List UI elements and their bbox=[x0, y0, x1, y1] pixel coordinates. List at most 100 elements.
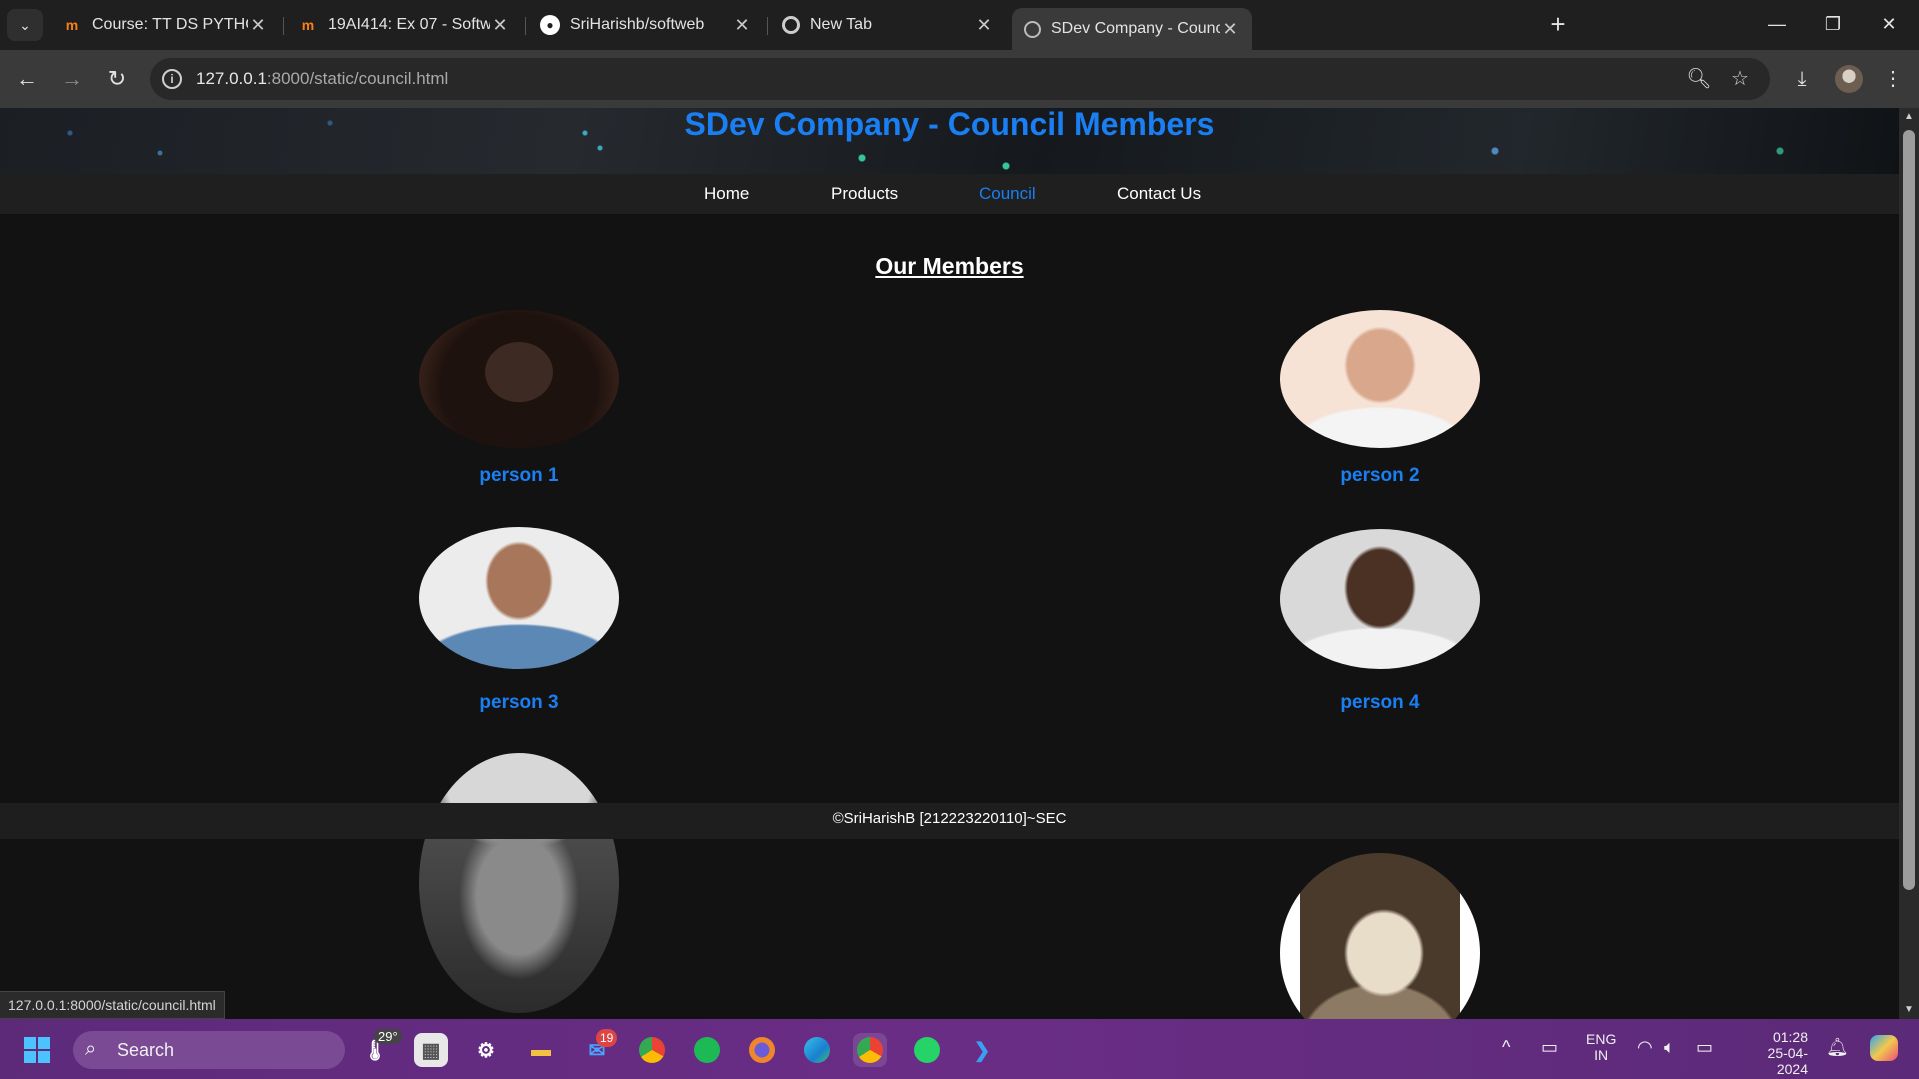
firefox-icon[interactable] bbox=[745, 1033, 779, 1067]
url-path: :8000/static/council.html bbox=[266, 69, 449, 88]
status-bar-url: 127.0.0.1:8000/static/council.html bbox=[0, 991, 225, 1019]
clock[interactable]: 01:28 25-04-2024 bbox=[1738, 1029, 1808, 1077]
edge-icon[interactable] bbox=[800, 1033, 834, 1067]
search-label: Search bbox=[117, 1040, 175, 1060]
url-host: 127.0.0.1 bbox=[196, 69, 267, 88]
file-explorer-icon[interactable]: ▬ bbox=[524, 1033, 558, 1067]
restore-button[interactable]: ❐ bbox=[1810, 8, 1856, 40]
restore-icon: ❐ bbox=[1824, 14, 1842, 34]
lang-top: ENG bbox=[1586, 1031, 1617, 1047]
moodle-icon: m bbox=[301, 17, 315, 33]
plus-icon: + bbox=[1550, 9, 1566, 39]
member-photo-5 bbox=[419, 753, 619, 1013]
notification-bell-icon[interactable]: 🔔︎ bbox=[1826, 1037, 1849, 1058]
url-text[interactable]: 127.0.0.1:8000/static/council.html bbox=[196, 69, 448, 89]
member-name-4: person 4 bbox=[1340, 692, 1420, 713]
tab-search-button[interactable]: ⌄ bbox=[7, 9, 43, 41]
volume-icon[interactable]: 🔈︎ bbox=[1664, 1037, 1675, 1058]
tab-title: Course: TT DS PYTHON MODU bbox=[92, 16, 248, 33]
copilot-icon[interactable] bbox=[1870, 1035, 1898, 1061]
whatsapp-icon[interactable] bbox=[910, 1033, 944, 1067]
member-photo-2 bbox=[1280, 310, 1480, 448]
tab-council-active[interactable]: SDev Company - Council ✕ bbox=[1012, 8, 1252, 50]
member-photo-1 bbox=[419, 310, 619, 448]
tab-new-tab[interactable]: New Tab ✕ bbox=[770, 8, 1006, 42]
settings-icon[interactable]: ⚙ bbox=[469, 1033, 503, 1067]
new-tab-button[interactable]: + bbox=[1543, 10, 1573, 40]
member-photo-3 bbox=[419, 527, 619, 669]
chrome-icon[interactable] bbox=[635, 1033, 669, 1067]
tray-display-icon[interactable]: ▭ bbox=[1541, 1037, 1558, 1058]
language-indicator[interactable]: ENG IN bbox=[1586, 1031, 1616, 1063]
profile-avatar[interactable] bbox=[1835, 65, 1863, 93]
download-icon[interactable]: ⤓ bbox=[1785, 62, 1819, 96]
reload-button[interactable]: ↻ bbox=[100, 62, 134, 96]
address-bar[interactable]: i 127.0.0.1:8000/static/council.html 🔍︎ … bbox=[150, 58, 1770, 100]
tab-github[interactable]: ● SriHarishb/softweb ✕ bbox=[528, 8, 764, 42]
minimize-button[interactable]: — bbox=[1754, 8, 1800, 40]
forward-button[interactable]: → bbox=[55, 62, 89, 96]
battery-icon[interactable]: ▭ bbox=[1696, 1037, 1713, 1058]
scroll-up-icon[interactable]: ▲ bbox=[1899, 108, 1919, 126]
tab-ex07[interactable]: m 19AI414: Ex 07 - Software Deve ✕ bbox=[286, 8, 522, 42]
tab-title: SDev Company - Council bbox=[1051, 20, 1220, 37]
member-photo-6 bbox=[1280, 853, 1480, 1019]
site-nav: Home Products Council Contact Us bbox=[0, 174, 1899, 214]
menu-kebab-icon[interactable]: ⋮ bbox=[1876, 62, 1910, 96]
tab-title: New Tab bbox=[810, 16, 872, 33]
reload-icon: ↻ bbox=[107, 66, 127, 91]
close-icon[interactable]: ✕ bbox=[732, 15, 752, 36]
store-icon[interactable]: ▦ bbox=[414, 1033, 448, 1067]
vscode-icon[interactable]: ❯ bbox=[965, 1033, 999, 1067]
member-name-3: person 3 bbox=[479, 692, 559, 713]
windows-logo-icon bbox=[24, 1037, 36, 1049]
close-icon[interactable]: ✕ bbox=[974, 15, 994, 36]
scroll-down-icon[interactable]: ▼ bbox=[1899, 1001, 1919, 1019]
info-icon[interactable]: i bbox=[162, 69, 182, 89]
globe-icon bbox=[1024, 20, 1041, 38]
back-button[interactable]: ← bbox=[10, 62, 44, 96]
close-icon: ✕ bbox=[1881, 14, 1897, 34]
windows-taskbar: ⌕ Search 🌡︎ 29° ▦ ⚙ ▬ ✉ 19 ❯ ^ ▭ ENG IN … bbox=[0, 1019, 1919, 1079]
arrow-left-icon: ← bbox=[16, 66, 38, 91]
members-heading: Our Members bbox=[875, 253, 1024, 279]
page-viewport: SDev Company - Council Members Home Prod… bbox=[0, 108, 1899, 1019]
tray-chevron-up-icon[interactable]: ^ bbox=[1502, 1037, 1510, 1058]
tab-title: SriHarishb/softweb bbox=[570, 16, 705, 33]
page-footer: ©SriHarishB [212223220110]~SEC bbox=[0, 803, 1899, 839]
wifi-icon[interactable]: ◠ bbox=[1637, 1037, 1653, 1058]
start-button[interactable] bbox=[24, 1037, 50, 1063]
nav-home-link[interactable]: Home bbox=[704, 184, 749, 204]
mail-badge: 19 bbox=[596, 1029, 618, 1047]
spotify-icon[interactable] bbox=[690, 1033, 724, 1067]
taskbar-search[interactable]: ⌕ Search bbox=[73, 1031, 345, 1069]
tab-title: 19AI414: Ex 07 - Software Deve bbox=[328, 16, 490, 33]
member-name-2: person 2 bbox=[1340, 465, 1420, 486]
nav-products-link[interactable]: Products bbox=[831, 184, 898, 204]
member-name-1: person 1 bbox=[479, 465, 559, 486]
arrow-right-icon: → bbox=[61, 66, 83, 91]
chrome-icon bbox=[782, 16, 800, 34]
tab-course[interactable]: m Course: TT DS PYTHON MODU ✕ bbox=[50, 8, 280, 42]
close-window-button[interactable]: ✕ bbox=[1866, 8, 1912, 40]
close-icon[interactable]: ✕ bbox=[1220, 19, 1240, 40]
close-icon[interactable]: ✕ bbox=[248, 15, 268, 36]
star-icon[interactable]: ☆ bbox=[1727, 66, 1753, 92]
nav-council-link[interactable]: Council bbox=[979, 184, 1036, 204]
lang-bottom: IN bbox=[1594, 1047, 1609, 1063]
close-icon[interactable]: ✕ bbox=[490, 15, 510, 36]
weather-temp: 29° bbox=[374, 1029, 402, 1044]
clock-time: 01:28 bbox=[1772, 1029, 1808, 1045]
search-icon: ⌕ bbox=[85, 1038, 97, 1060]
page-scrollbar[interactable]: ▲ ▼ bbox=[1899, 108, 1919, 1019]
minimize-icon: — bbox=[1768, 14, 1786, 34]
scrollbar-thumb[interactable] bbox=[1903, 130, 1915, 890]
page-title: SDev Company - Council Members bbox=[684, 108, 1215, 142]
chrome-active-icon[interactable] bbox=[853, 1033, 887, 1067]
zoom-icon[interactable]: 🔍︎ bbox=[1686, 66, 1712, 92]
moodle-icon: m bbox=[65, 17, 79, 33]
clock-date: 25-04-2024 bbox=[1767, 1045, 1808, 1077]
chevron-down-icon: ⌄ bbox=[19, 16, 31, 33]
github-icon: ● bbox=[540, 15, 560, 35]
nav-contact-link[interactable]: Contact Us bbox=[1117, 184, 1201, 204]
